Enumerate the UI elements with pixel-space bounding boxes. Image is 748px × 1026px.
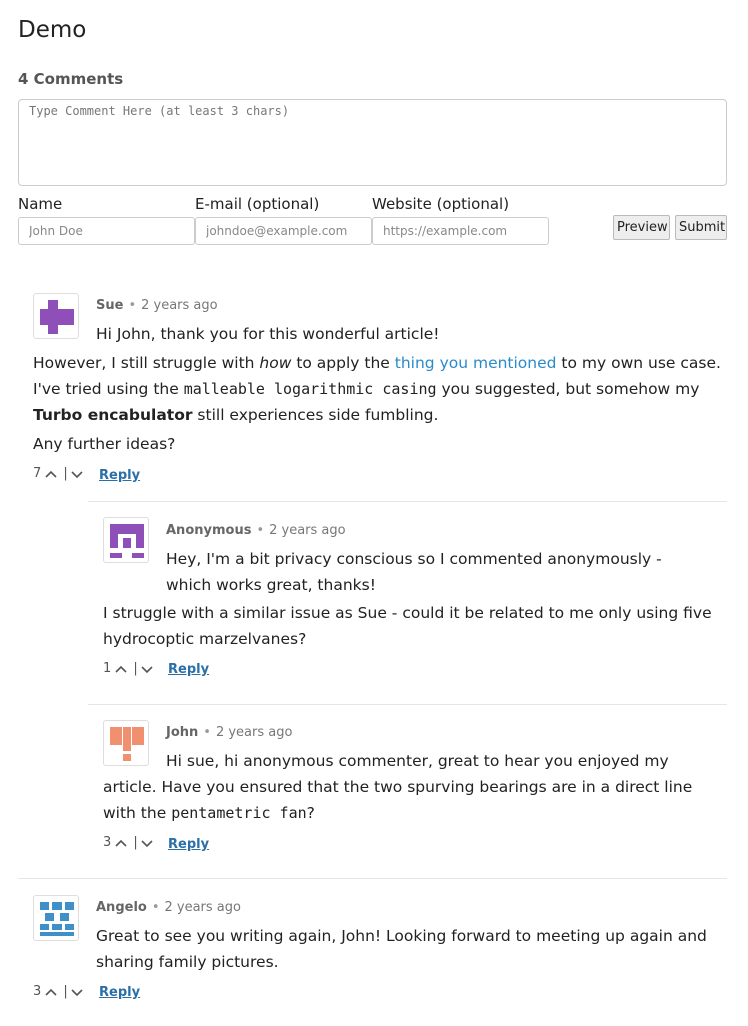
divider	[88, 704, 727, 705]
downvote-icon[interactable]	[71, 987, 83, 997]
website-input[interactable]	[372, 217, 549, 245]
comment-meta: Angelo • 2 years ago	[96, 900, 241, 915]
upvote-icon[interactable]	[115, 664, 127, 674]
vote-controls: 1 |	[103, 661, 153, 677]
page-title: Demo	[18, 17, 87, 43]
email-label: E-mail (optional)	[195, 195, 320, 213]
upvote-icon[interactable]	[115, 838, 127, 848]
comment-time[interactable]: 2 years ago	[165, 900, 241, 915]
reply-button[interactable]: Reply	[168, 837, 209, 853]
comment-first-line: Hi John, thank you for this wonderful ar…	[96, 325, 440, 343]
comment-paragraph: I struggle with a similar issue as Sue -…	[103, 604, 712, 648]
vote-count: 3	[33, 984, 42, 999]
comment-paragraph: However, I still struggle with how to ap…	[33, 354, 721, 424]
avatar	[33, 895, 79, 941]
comment-meta: John • 2 years ago	[166, 725, 293, 740]
vote-count: 3	[103, 835, 112, 850]
reply-button[interactable]: Reply	[99, 468, 140, 484]
comment-time[interactable]: 2 years ago	[216, 725, 292, 740]
vote-controls: 7 |	[33, 466, 83, 482]
identicon-icon	[40, 902, 74, 936]
reply-button[interactable]: Reply	[168, 662, 209, 678]
comment-author[interactable]: Sue	[96, 298, 123, 313]
comment-body: Hi sue, hi anonymous commenter, great to…	[103, 752, 693, 822]
avatar	[103, 517, 149, 563]
preview-button[interactable]: Preview	[613, 215, 670, 240]
avatar	[33, 293, 79, 339]
comment-count: 4 Comments	[18, 70, 124, 88]
comment-meta: Anonymous • 2 years ago	[166, 523, 346, 538]
downvote-icon[interactable]	[141, 838, 153, 848]
inline-code: malleable logarithmic casing	[183, 380, 437, 398]
downvote-icon[interactable]	[71, 469, 83, 479]
comment-body: However, I still struggle with how to ap…	[33, 350, 723, 428]
divider	[88, 501, 727, 502]
downvote-icon[interactable]	[141, 664, 153, 674]
reply-button[interactable]: Reply	[99, 985, 140, 1001]
identicon-icon	[40, 300, 74, 334]
comment-paragraph: Any further ideas?	[33, 435, 176, 453]
upvote-icon[interactable]	[45, 987, 57, 997]
inline-code: pentametric fan	[171, 804, 307, 822]
comment-author[interactable]: Anonymous	[166, 523, 251, 538]
comment-first-line: Great to see you writing again, John! Lo…	[96, 927, 707, 971]
comment-input[interactable]	[18, 99, 727, 186]
comment-first-line: Hey, I'm a bit privacy conscious so I co…	[166, 550, 662, 594]
name-input[interactable]	[18, 217, 195, 245]
comment-time[interactable]: 2 years ago	[141, 298, 217, 313]
website-label: Website (optional)	[372, 195, 510, 213]
vote-count: 1	[103, 661, 112, 676]
vote-controls: 3 |	[33, 984, 83, 1000]
upvote-icon[interactable]	[45, 469, 57, 479]
identicon-icon	[110, 524, 144, 558]
submit-button[interactable]: Submit	[675, 215, 727, 240]
comment-time[interactable]: 2 years ago	[269, 523, 345, 538]
vote-count: 7	[33, 466, 42, 481]
comment-meta: Sue • 2 years ago	[96, 298, 218, 313]
comment-link[interactable]: thing you mentioned	[395, 354, 557, 372]
name-label: Name	[18, 195, 63, 213]
divider	[18, 878, 727, 879]
comment-author[interactable]: John	[166, 725, 198, 740]
vote-controls: 3 |	[103, 835, 153, 851]
email-input[interactable]	[195, 217, 372, 245]
comment-author[interactable]: Angelo	[96, 900, 147, 915]
